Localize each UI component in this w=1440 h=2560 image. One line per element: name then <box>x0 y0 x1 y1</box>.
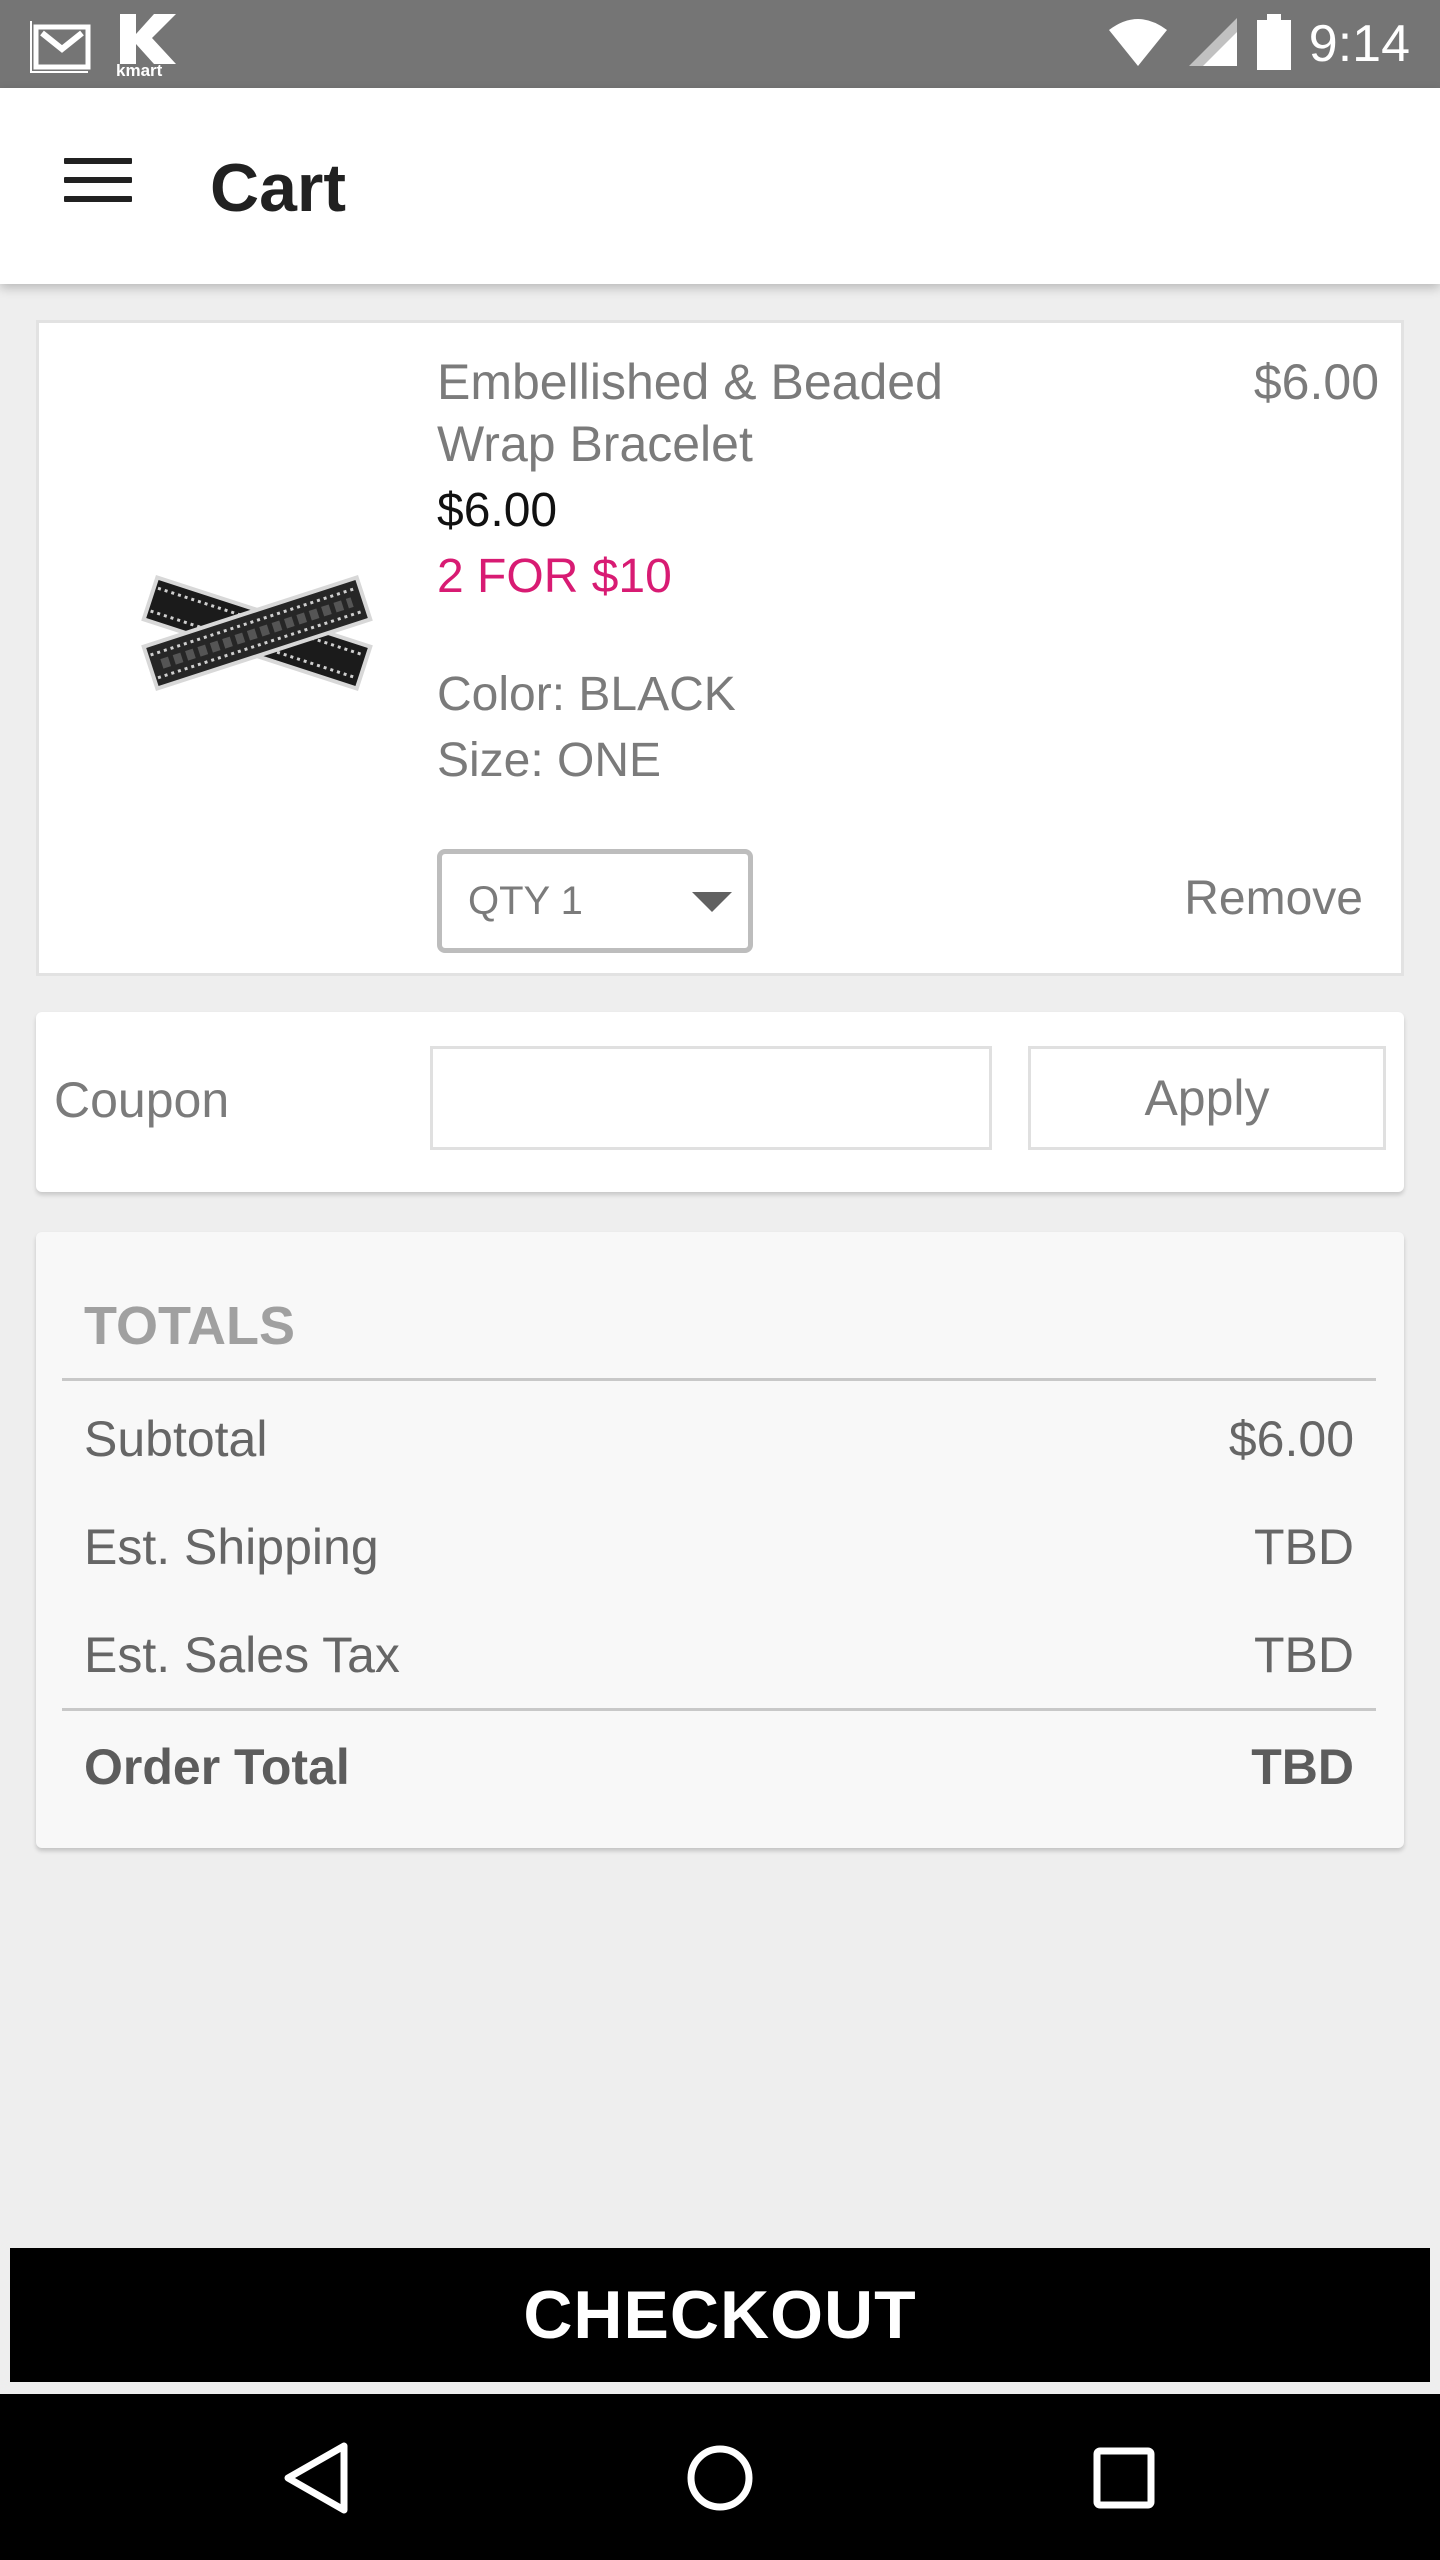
hamburger-menu-icon[interactable] <box>52 150 142 222</box>
totals-heading: TOTALS <box>84 1296 295 1356</box>
coupon-card: Coupon Apply <box>36 1012 1404 1192</box>
checkout-button[interactable]: CHECKOUT <box>10 2248 1430 2382</box>
order-total-label: Order Total <box>84 1739 350 1795</box>
sales-tax-value: TBD <box>1254 1627 1354 1683</box>
kmart-icon: kmart <box>116 14 180 80</box>
app-bar: Cart <box>0 88 1440 284</box>
page-title: Cart <box>210 150 347 226</box>
product-size: Size: ONE <box>437 734 662 787</box>
order-total-value: TBD <box>1251 1739 1354 1795</box>
status-bar: kmart 9:14 <box>0 0 1440 88</box>
recents-icon[interactable] <box>1082 2436 1166 2520</box>
quantity-select[interactable]: QTY 1 <box>437 849 753 953</box>
signal-icon <box>1187 16 1239 73</box>
subtotal-label: Subtotal <box>84 1411 268 1467</box>
cart-item-card: Embellished & Beaded Wrap Bracelet $6.00… <box>36 320 1404 976</box>
product-color: Color: BLACK <box>437 668 736 721</box>
sales-tax-label: Est. Sales Tax <box>84 1627 400 1683</box>
shipping-label: Est. Shipping <box>84 1519 379 1575</box>
line-total: $6.00 <box>1253 354 1379 410</box>
wifi-icon <box>1107 16 1169 73</box>
quantity-label: QTY 1 <box>468 879 583 923</box>
back-icon[interactable] <box>276 2436 360 2520</box>
coupon-label: Coupon <box>54 1072 230 1128</box>
product-image[interactable] <box>127 533 427 763</box>
divider <box>62 1708 1376 1711</box>
home-icon[interactable] <box>678 2436 762 2520</box>
kmart-text: kmart <box>116 61 163 80</box>
coupon-input[interactable] <box>430 1046 992 1150</box>
gmail-icon <box>28 17 94 78</box>
product-price: $6.00 <box>437 484 558 537</box>
apply-button[interactable]: Apply <box>1028 1046 1386 1150</box>
product-name[interactable]: Embellished & Beaded Wrap Bracelet <box>437 351 997 475</box>
promo-text: 2 FOR $10 <box>437 550 672 603</box>
shipping-value: TBD <box>1254 1519 1354 1575</box>
navigation-bar <box>0 2394 1440 2560</box>
divider <box>62 1378 1376 1381</box>
battery-icon <box>1256 13 1291 75</box>
totals-card: TOTALS Subtotal $6.00 Est. Shipping TBD … <box>36 1232 1404 1848</box>
status-time: 9:14 <box>1308 15 1410 73</box>
chevron-down-icon <box>692 892 732 912</box>
remove-button[interactable]: Remove <box>1184 869 1363 929</box>
subtotal-value: $6.00 <box>1228 1411 1354 1467</box>
